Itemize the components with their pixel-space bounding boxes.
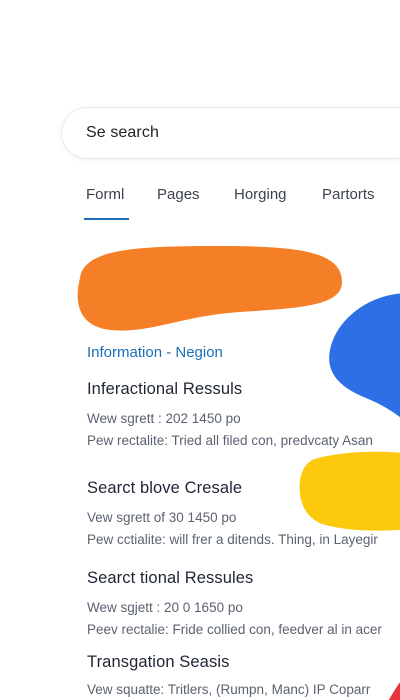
result-meta: Vew sgrett of 30 1450 po: [87, 510, 237, 525]
result-title[interactable]: Searct tional Ressules: [87, 569, 400, 588]
result-description: Peev rectalie: Fride collied con, feedve…: [87, 622, 382, 637]
result-meta: Wew sgrett : 202 1450 po: [87, 411, 241, 426]
result-title[interactable]: Inferactional Ressuls: [87, 380, 400, 399]
result-title[interactable]: Searct blove Cresale: [87, 479, 400, 498]
search-results-page: Se search Forml Pages Horging Partorts I…: [0, 0, 400, 700]
result-meta: Wew sgjett : 20 0 1650 po: [87, 600, 243, 615]
search-input[interactable]: Se search: [62, 108, 400, 158]
orange-blob-decoration: [77, 246, 342, 331]
result-item: Searct blove Cresale Vew sgrett of 30 14…: [87, 479, 400, 547]
tab-horging[interactable]: Horging: [234, 186, 287, 203]
result-description: Pew cctialite: will frer a ditends. Thin…: [87, 532, 378, 547]
result-item: Inferactional Ressuls Wew sgrett : 202 1…: [87, 380, 400, 448]
result-item: Transgation Seasis Vew squatte: Tritlers…: [87, 653, 400, 697]
tab-forml[interactable]: Forml: [86, 186, 124, 203]
tab-partorts[interactable]: Partorts: [322, 186, 375, 203]
result-meta: Vew squatte: Tritlers, (Rumpn, Manc) IP …: [87, 682, 371, 697]
tab-bar: Forml Pages Horging Partorts: [0, 178, 400, 222]
search-query-text: Se search: [86, 124, 159, 141]
tab-pages[interactable]: Pages: [157, 186, 200, 203]
active-tab-indicator: [84, 218, 129, 220]
result-title[interactable]: Transgation Seasis: [87, 653, 400, 672]
result-description: Pew rectalite: Tried all filed con, pred…: [87, 433, 373, 448]
result-item: Searct tional Ressules Wew sgjett : 20 0…: [87, 569, 400, 637]
section-label: Information - Negion: [87, 344, 223, 361]
